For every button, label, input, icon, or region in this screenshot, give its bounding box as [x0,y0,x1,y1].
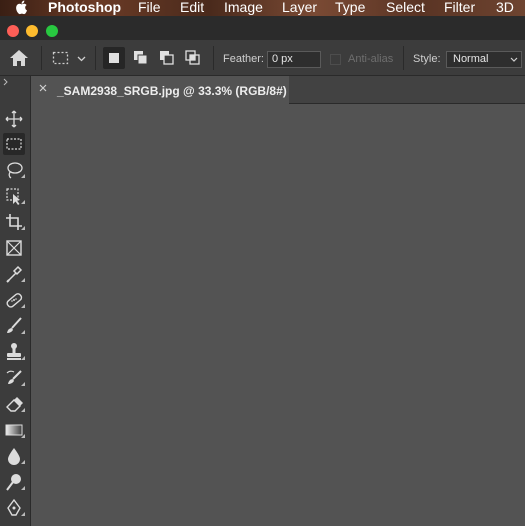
tool-group-indicator-icon [21,382,25,386]
menu-app-photoshop[interactable]: Photoshop [48,0,121,15]
tool-group-indicator-icon [21,278,25,282]
chevron-down-icon [510,57,518,62]
document-tab[interactable]: _SAM2938_SRGB.jpg @ 33.3% (RGB/8#) [31,76,289,104]
anti-alias-checkbox[interactable] [330,54,341,65]
options-bar: Feather: 0 px Anti-alias Style: Normal [0,40,525,76]
tool-group-indicator-icon [21,460,25,464]
menu-type[interactable]: Type [335,0,365,15]
expand-panel-icon[interactable] [2,78,10,86]
options-divider [95,46,96,70]
apple-logo-icon[interactable] [14,0,28,15]
window-title-bar [0,16,525,40]
menu-image[interactable]: Image [224,0,263,15]
zoom-window-button[interactable] [46,25,58,37]
rectangular-marquee-tool-button[interactable] [3,133,25,155]
menu-select[interactable]: Select [386,0,425,15]
feather-label: Feather: [223,53,264,65]
options-divider [213,46,214,70]
move-tool-icon [5,110,23,128]
tool-group-indicator-icon [21,304,25,308]
frame-tool-icon [6,240,22,256]
frame-tool-button[interactable] [3,237,25,259]
menu-file[interactable]: File [138,0,161,15]
tool-group-indicator-icon [21,226,25,230]
menu-layer[interactable]: Layer [282,0,317,15]
new-selection-icon [109,53,119,63]
style-select[interactable]: Normal [446,51,522,68]
feather-input[interactable]: 0 px [267,51,321,68]
home-icon[interactable] [9,49,29,67]
subtract-from-selection-icon[interactable] [156,47,178,69]
close-window-button[interactable] [7,25,19,37]
style-label: Style: [413,53,441,65]
minimize-window-button[interactable] [26,25,38,37]
options-divider [403,46,404,70]
tool-group-indicator-icon [21,486,25,490]
tools-panel [0,76,31,526]
tool-group-indicator-icon [21,330,25,334]
intersect-with-selection-icon[interactable] [182,47,204,69]
tool-group-indicator-icon [21,434,25,438]
document-tab-title: _SAM2938_SRGB.jpg @ 33.3% (RGB/8#) [57,84,287,98]
tool-group-indicator-icon [21,174,25,178]
options-divider [41,46,42,70]
document-canvas[interactable] [31,104,525,526]
tool-group-indicator-icon [21,408,25,412]
menu-bar: Photoshop File Edit Image Layer Type Sel… [0,0,525,16]
anti-alias-label: Anti-alias [348,53,394,65]
marquee-preset-picker-icon[interactable] [52,51,88,67]
move-tool-button[interactable] [3,108,25,130]
add-to-selection-icon[interactable] [130,47,152,69]
tool-group-indicator-icon [21,200,25,204]
menu-edit[interactable]: Edit [180,0,204,15]
menu-filter[interactable]: Filter [444,0,475,15]
close-icon[interactable] [38,83,48,93]
rectangular-marquee-tool-icon [6,138,22,150]
menu-3d[interactable]: 3D [496,0,514,15]
style-select-value: Normal [453,53,489,65]
new-selection-button[interactable] [103,47,125,69]
tool-group-indicator-icon [21,512,25,516]
tool-group-indicator-icon [21,356,25,360]
document-tab-bar: _SAM2938_SRGB.jpg @ 33.3% (RGB/8#) [31,76,525,104]
